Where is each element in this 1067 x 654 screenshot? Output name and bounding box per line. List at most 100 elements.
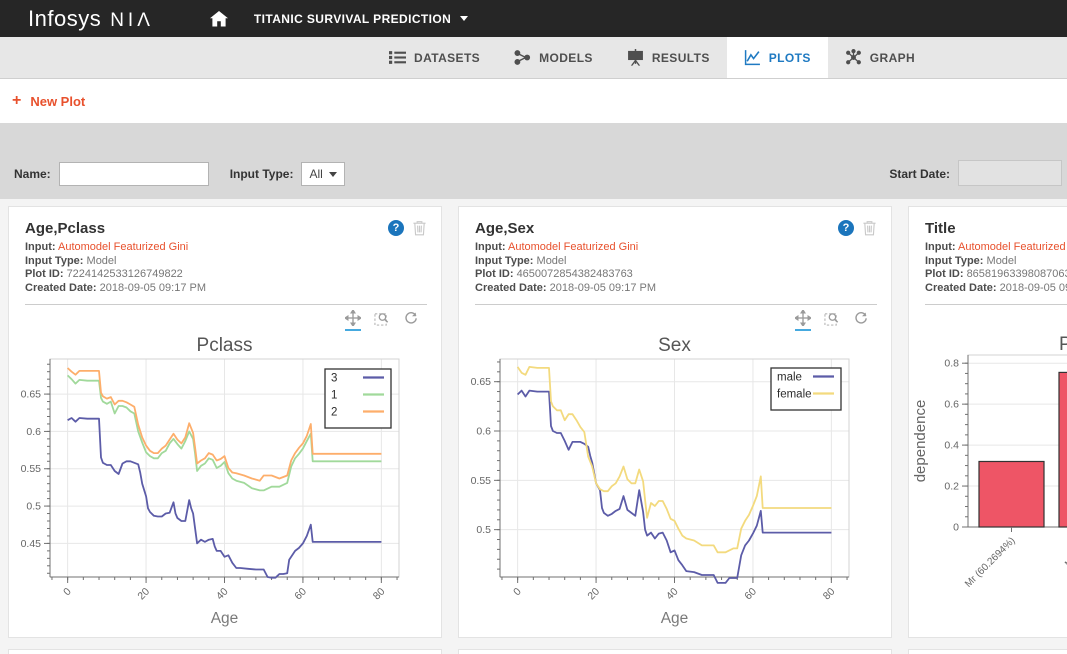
name-filter-label: Name: (14, 162, 51, 186)
tab-spacer (0, 37, 372, 78)
y-tick-label: 0.6 (476, 426, 491, 438)
caret-down-icon (329, 172, 337, 177)
card-header: Age,Sex ? (459, 207, 891, 237)
plot-card-title: Age,Sex (475, 220, 534, 237)
input-link[interactable]: Automodel Featurized G (958, 241, 1067, 253)
tab-label: GRAPH (870, 51, 915, 65)
chart-title: Pclass (197, 335, 253, 356)
reset-tool-icon[interactable] (403, 310, 419, 331)
x-tick-label: 20 (585, 586, 602, 603)
input-link[interactable]: Automodel Featurized Gini (508, 241, 638, 253)
pan-tool-icon[interactable] (795, 310, 811, 331)
bar-0 (979, 461, 1044, 527)
new-plot-bar: + New Plot (0, 79, 1067, 123)
x-tick-label: Miss (20 (1063, 535, 1067, 570)
new-plot-button[interactable]: + New Plot (12, 93, 85, 109)
plot-id-value: 865819633980870632 (967, 268, 1067, 280)
reset-tool-icon[interactable] (853, 310, 869, 331)
x-tick-label: 60 (292, 586, 309, 603)
start-date-group: Start Date: (889, 160, 1062, 186)
card-header: Age,Pclass ? (9, 207, 441, 237)
line-chart-icon (744, 49, 761, 66)
plot-card-stub (8, 649, 442, 654)
network-icon (845, 49, 862, 66)
y-tick-label: 0.45 (21, 538, 42, 550)
input-type-value: Model (537, 255, 567, 267)
home-icon[interactable] (210, 11, 228, 27)
tab-graph[interactable]: GRAPH (828, 37, 932, 78)
box-zoom-tool-icon[interactable] (374, 310, 390, 331)
input-type-label: Input Type: (925, 255, 983, 267)
title-chart-canvas: 00.20.40.60.8Mr (60.2694%)Miss (20depend… (909, 335, 1067, 635)
plot-cards-row: Age,Pclass ? Input: Automodel Featurized… (0, 206, 1067, 638)
trash-icon[interactable] (862, 220, 877, 236)
tab-plots[interactable]: PLOTS (727, 37, 828, 78)
card-meta: Input: Automodel Featurized Gini Input T… (9, 237, 441, 295)
x-tick-label: Mr (60.2694%) (963, 535, 1018, 590)
tab-models[interactable]: MODELS (497, 37, 610, 78)
chart-toolbar (9, 305, 441, 335)
chart-title: Sex (658, 335, 691, 356)
plot-id-value: 4650072854382483763 (517, 268, 633, 280)
infosys-nia-logo: Infosys NIΛ (28, 6, 154, 32)
y-tick-label: 0.65 (471, 376, 492, 388)
input-type-dropdown[interactable]: All (301, 162, 344, 186)
created-date-value: 2018-09-05 09:17 PM (100, 282, 206, 294)
trash-icon[interactable] (412, 220, 427, 236)
y-tick-label: 0.6 (944, 399, 959, 411)
new-plot-label: New Plot (30, 94, 85, 109)
x-tick-label: 0 (61, 586, 74, 599)
presentation-icon (627, 49, 644, 66)
input-link[interactable]: Automodel Featurized Gini (58, 241, 188, 253)
nodes-icon (514, 49, 531, 66)
plot-card-title: Age,Pclass (25, 220, 105, 237)
created-date-value: 2018-09-05 09:17 PM (550, 282, 656, 294)
plot-id-label: Plot ID: (475, 268, 514, 280)
legend-label: male (777, 372, 802, 384)
tab-datasets[interactable]: DATASETS (372, 37, 497, 78)
legend-label: 1 (331, 390, 337, 402)
input-type-filter-label: Input Type: (230, 162, 294, 186)
card-meta: Input: Automodel Featurized Gini Input T… (459, 237, 891, 295)
created-date-value: 2018-09-05 09: (1000, 282, 1067, 294)
card-actions: ? (838, 220, 877, 236)
caret-down-icon (460, 16, 468, 21)
tab-label: DATASETS (414, 51, 480, 65)
help-icon[interactable]: ? (838, 220, 854, 236)
start-date-input[interactable] (958, 160, 1062, 186)
created-date-label: Created Date: (925, 282, 997, 294)
chart-toolbar (459, 305, 891, 335)
chart-toolbar (909, 305, 1067, 335)
card-actions: ? (388, 220, 427, 236)
legend-label: 3 (331, 373, 337, 385)
name-filter-input[interactable] (59, 162, 209, 186)
x-tick-label: 40 (664, 586, 681, 603)
plot-card-stub (908, 649, 1067, 654)
plot-card-stub (458, 649, 892, 654)
top-bar: Infosys NIΛ TITANIC SURVIVAL PREDICTION (0, 0, 1067, 37)
logo-infosys: Infosys (28, 6, 101, 32)
card-meta: Input: Automodel Featurized G Input Type… (909, 237, 1067, 295)
chart-legend[interactable]: malefemale (771, 368, 841, 410)
sex-chart: 0.50.550.60.65020406080SexAgemalefemale (459, 335, 892, 635)
input-type-label: Input Type: (475, 255, 533, 267)
y-tick-label: 0.6 (26, 426, 41, 438)
project-selector[interactable]: TITANIC SURVIVAL PREDICTION (254, 12, 468, 26)
y-tick-label: 0.5 (476, 524, 491, 536)
y-tick-label: 0.55 (21, 463, 42, 475)
chart-legend[interactable]: 3 1 2 (325, 369, 391, 428)
y-tick-label: 0.8 (944, 358, 959, 370)
legend-label: 2 (331, 407, 337, 419)
input-type-value: Model (87, 255, 117, 267)
input-type-value: Model (987, 255, 1017, 267)
x-tick-label: 0 (511, 586, 524, 599)
input-label: Input: (475, 241, 506, 253)
input-label: Input: (925, 241, 956, 253)
plot-id-label: Plot ID: (925, 268, 964, 280)
box-zoom-tool-icon[interactable] (824, 310, 840, 331)
tab-results[interactable]: RESULTS (610, 37, 727, 78)
y-tick-label: 0.2 (944, 481, 959, 493)
pan-tool-icon[interactable] (345, 310, 361, 331)
help-icon[interactable]: ? (388, 220, 404, 236)
created-date-label: Created Date: (25, 282, 97, 294)
